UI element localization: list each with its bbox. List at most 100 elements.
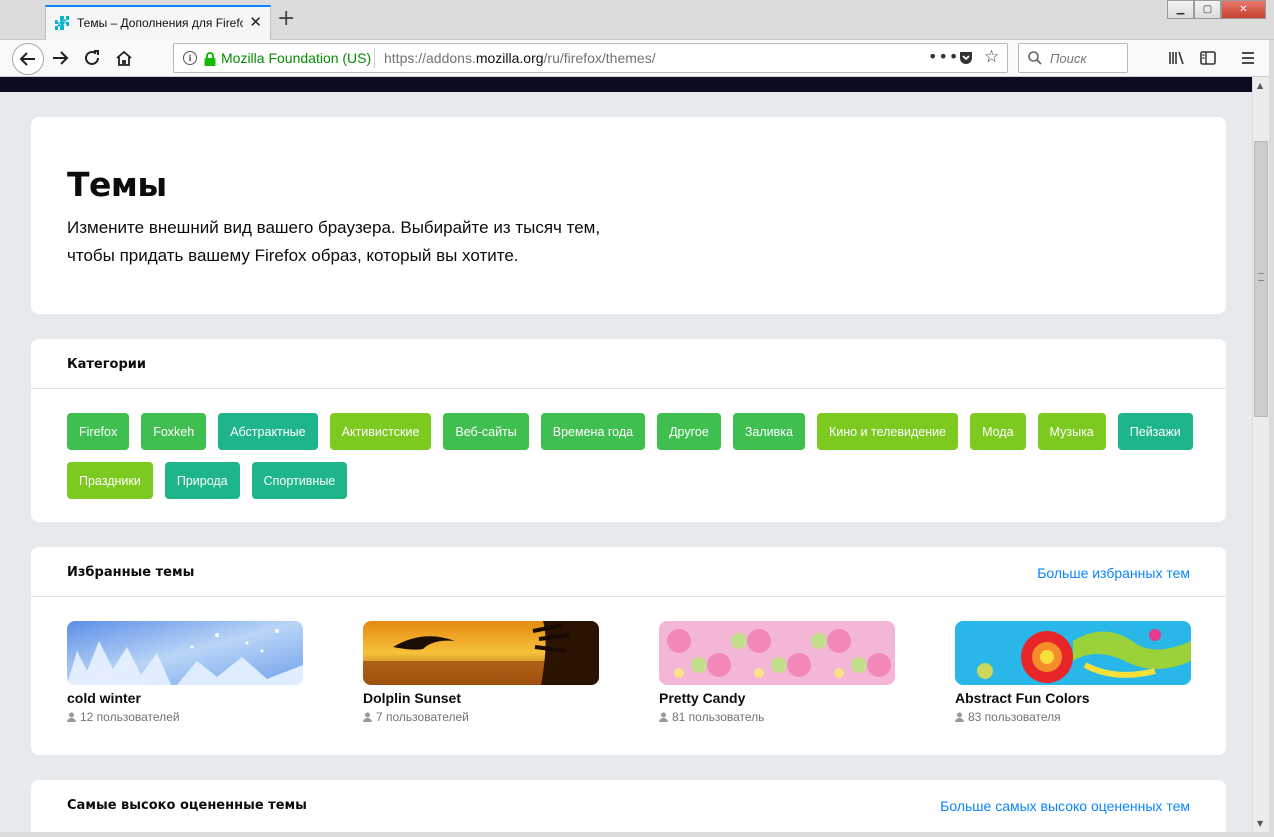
reload-button[interactable] bbox=[82, 48, 102, 68]
theme-preview-image[interactable] bbox=[955, 621, 1191, 685]
category-pill[interactable]: Спортивные bbox=[251, 462, 348, 499]
category-pill[interactable]: Пейзажи bbox=[1117, 413, 1193, 450]
featured-title: Избранные темы bbox=[67, 565, 195, 580]
new-tab-button[interactable]: + bbox=[277, 8, 295, 30]
theme-name[interactable]: cold winter bbox=[67, 690, 303, 706]
scroll-grip bbox=[1258, 273, 1264, 281]
theme-user-count: 83 пользователя bbox=[968, 710, 1061, 724]
user-icon bbox=[955, 712, 964, 722]
theme-card-cold-winter[interactable]: cold winter 12 пользователей bbox=[67, 621, 303, 724]
title-bar: Темы – Дополнения для Firefox ✕ + ▁ ▢ ✕ bbox=[0, 0, 1274, 40]
puzzle-icon bbox=[55, 16, 69, 30]
back-button[interactable] bbox=[12, 43, 44, 75]
more-top-rated-link[interactable]: Больше самых высоко оцененных тем bbox=[940, 798, 1190, 814]
back-arrow-icon bbox=[19, 52, 35, 66]
category-pill[interactable]: Абстрактные bbox=[218, 413, 318, 450]
theme-users: 12 пользователей bbox=[67, 710, 303, 724]
minimize-button[interactable]: ▁ bbox=[1167, 0, 1194, 19]
scroll-down-arrow-icon[interactable]: ▼ bbox=[1257, 819, 1263, 828]
top-rated-themes-card: Самые высоко оцененные темы Больше самых… bbox=[31, 780, 1226, 837]
category-pill[interactable]: Времена года bbox=[540, 413, 646, 450]
search-bar[interactable]: Поиск bbox=[1018, 43, 1128, 73]
top-rated-title: Самые высоко оцененные темы bbox=[67, 798, 307, 813]
window-controls: ▁ ▢ ✕ bbox=[1167, 0, 1266, 19]
info-icon[interactable]: i bbox=[183, 51, 197, 65]
url-prefix: https://addons. bbox=[384, 50, 476, 66]
description-line-2: чтобы придать вашему Firefox образ, кото… bbox=[67, 246, 519, 265]
hamburger-menu-icon bbox=[1242, 52, 1254, 64]
theme-users: 7 пользователей bbox=[363, 710, 599, 724]
featured-theme-list: cold winter 12 пользователей Dolplin Sun… bbox=[67, 621, 1191, 724]
search-placeholder: Поиск bbox=[1050, 51, 1087, 66]
site-identity: Mozilla Foundation (US) bbox=[221, 50, 372, 66]
theme-user-count: 81 пользователь bbox=[672, 710, 765, 724]
user-icon bbox=[363, 712, 372, 722]
theme-name[interactable]: Abstract Fun Colors bbox=[955, 690, 1191, 706]
home-icon bbox=[116, 50, 132, 66]
theme-users: 81 пользователь bbox=[659, 710, 895, 724]
url-text[interactable]: https://addons.mozilla.org/ru/firefox/th… bbox=[384, 50, 656, 66]
category-pill[interactable]: Заливка bbox=[732, 413, 805, 450]
category-pill[interactable]: Музыка bbox=[1037, 413, 1106, 450]
tab-themes[interactable]: Темы – Дополнения для Firefox ✕ bbox=[45, 5, 271, 40]
vertical-scrollbar[interactable]: ▲ ▼ bbox=[1252, 77, 1269, 832]
lock-icon[interactable] bbox=[203, 51, 217, 67]
theme-preview-image[interactable] bbox=[363, 621, 599, 685]
theme-preview-image[interactable] bbox=[659, 621, 895, 685]
scrollbar-thumb[interactable] bbox=[1254, 141, 1268, 417]
navigation-bar: i Mozilla Foundation (US) https://addons… bbox=[0, 40, 1274, 77]
close-window-button[interactable]: ✕ bbox=[1221, 0, 1266, 19]
library-button[interactable] bbox=[1166, 48, 1186, 68]
maximize-button[interactable]: ▢ bbox=[1194, 0, 1221, 19]
pocket-icon[interactable] bbox=[958, 50, 974, 66]
close-tab-icon[interactable]: ✕ bbox=[249, 13, 262, 31]
site-header-strip bbox=[0, 77, 1252, 92]
theme-name[interactable]: Pretty Candy bbox=[659, 690, 895, 706]
category-pill[interactable]: Кино и телевидение bbox=[816, 413, 959, 450]
top-rated-header: Самые высоко оцененные темы Больше самых… bbox=[31, 780, 1226, 830]
url-separator bbox=[374, 48, 375, 68]
forward-button[interactable] bbox=[50, 48, 70, 68]
theme-user-count: 12 пользователей bbox=[80, 710, 180, 724]
category-pill[interactable]: Firefox bbox=[67, 413, 130, 450]
category-pill[interactable]: Природа bbox=[164, 462, 240, 499]
sidebar-button[interactable] bbox=[1198, 48, 1218, 68]
url-path: /ru/firefox/themes/ bbox=[543, 50, 656, 66]
featured-themes-card: Избранные темы Больше избранных тем cold… bbox=[31, 547, 1226, 755]
scroll-up-arrow-icon[interactable]: ▲ bbox=[1257, 81, 1263, 90]
theme-card-pretty-candy[interactable]: Pretty Candy 81 пользователь bbox=[659, 621, 895, 724]
category-pill[interactable]: Foxkeh bbox=[141, 413, 207, 450]
search-icon bbox=[1028, 51, 1042, 65]
library-icon bbox=[1169, 51, 1184, 65]
category-pill[interactable]: Веб-сайты bbox=[443, 413, 529, 450]
menu-button[interactable] bbox=[1238, 48, 1258, 68]
category-pill[interactable]: Праздники bbox=[67, 462, 153, 499]
theme-name[interactable]: Dolplin Sunset bbox=[363, 690, 599, 706]
category-list: Firefox Foxkeh Абстрактные Активистские Веб-… bbox=[67, 413, 1197, 499]
page-title: Темы bbox=[67, 165, 167, 204]
window-border-bottom bbox=[0, 832, 1274, 837]
categories-card: Категории Firefox Foxkeh Абстрактные Активи… bbox=[31, 339, 1226, 522]
categories-header: Категории bbox=[31, 339, 1226, 389]
category-pill[interactable]: Активистские bbox=[329, 413, 432, 450]
theme-card-dolplin-sunset[interactable]: Dolplin Sunset 7 пользователей bbox=[363, 621, 599, 724]
sidebar-icon bbox=[1200, 51, 1216, 65]
featured-header: Избранные темы Больше избранных тем bbox=[31, 547, 1226, 597]
forward-arrow-icon bbox=[53, 51, 69, 65]
categories-title: Категории bbox=[67, 357, 146, 372]
theme-users: 83 пользователя bbox=[955, 710, 1191, 724]
hero-card: Темы Измените внешний вид вашего браузер… bbox=[31, 117, 1226, 314]
user-icon bbox=[67, 712, 76, 722]
more-featured-link[interactable]: Больше избранных тем bbox=[1037, 565, 1190, 581]
reload-icon bbox=[85, 50, 99, 65]
category-pill[interactable]: Другое bbox=[657, 413, 721, 450]
home-button[interactable] bbox=[114, 48, 134, 68]
theme-card-abstract-fun-colors[interactable]: Abstract Fun Colors 83 пользователя bbox=[955, 621, 1191, 724]
page-actions-icon[interactable]: ••• bbox=[928, 47, 959, 66]
page-description: Измените внешний вид вашего браузера. Вы… bbox=[67, 214, 687, 270]
url-bar[interactable]: i Mozilla Foundation (US) https://addons… bbox=[173, 43, 1008, 73]
user-icon bbox=[659, 712, 668, 722]
bookmark-star-icon[interactable]: ☆ bbox=[984, 47, 999, 67]
theme-preview-image[interactable] bbox=[67, 621, 303, 685]
category-pill[interactable]: Мода bbox=[970, 413, 1026, 450]
